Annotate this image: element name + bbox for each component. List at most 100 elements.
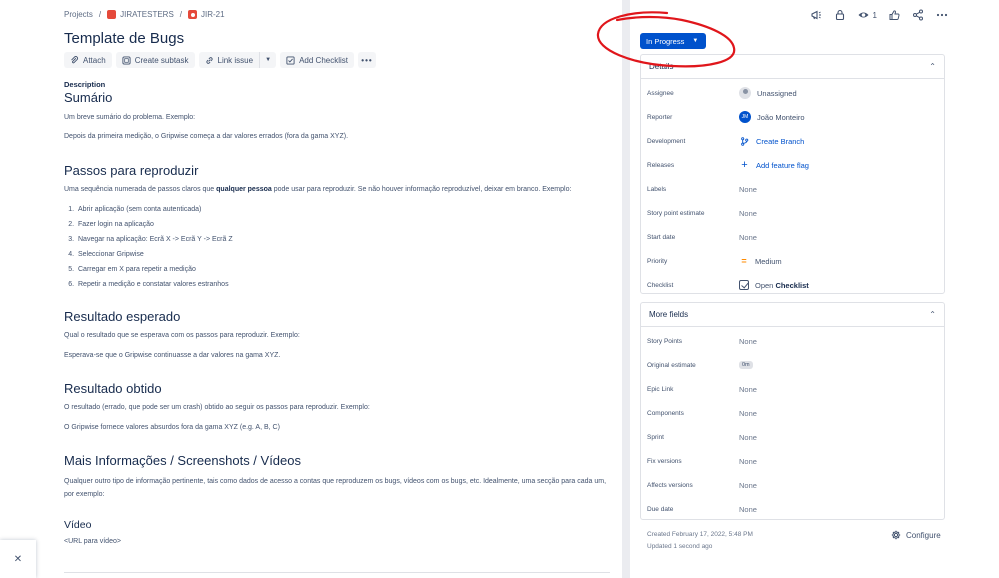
field-label: Priority [647,257,668,265]
chevron-up-icon: ⌃ [929,62,936,71]
checkbox-icon [739,280,749,290]
steps-list: Abrir aplicação (sem conta autenticada) … [76,205,610,290]
open-checklist-link[interactable]: Open Checklist [739,280,809,290]
feedback-button[interactable] [809,8,823,22]
field-value[interactable]: None [739,505,757,514]
field-label: Assignee [647,89,674,97]
close-button[interactable]: ✕ [0,540,36,578]
field-story-point-estimate: Story point estimate None [647,203,938,223]
field-assignee: Assignee Unassigned [647,83,938,103]
paragraph: <URL para vídeo> [64,538,121,545]
description-label: Description [64,80,106,89]
more-fields-heading: More fields [649,310,689,319]
heading-sumario: Sumário [64,90,113,105]
field-value[interactable]: None [739,457,757,466]
field-value[interactable]: None [739,433,757,442]
field-label: Development [647,137,686,145]
more-actions-button[interactable]: ••• [358,52,376,68]
share-button[interactable] [911,8,925,22]
field-value[interactable]: None [739,481,757,490]
description-content[interactable]: Description Sumário Um breve sumário do … [64,80,610,547]
create-subtask-button[interactable]: Create subtask [115,52,195,68]
field-value: Open [755,280,776,290]
field-label: Epic Link [647,385,674,393]
field-fix-versions: Fix versions None [647,451,938,471]
field-components: Components None [647,403,938,423]
issue-header-actions: 1 [809,8,949,22]
field-value[interactable]: None [739,385,757,394]
restrictions-button[interactable] [833,8,847,22]
issue-main: Projects / JIRATESTERS / JIR-21 Template… [0,0,620,578]
vote-button[interactable] [887,8,901,22]
chevron-down-icon: ▼ [692,38,699,44]
issue-title[interactable]: Template de Bugs [64,30,184,47]
field-value[interactable]: None [739,209,757,218]
field-value[interactable]: None [739,233,757,242]
breadcrumb-separator: / [179,10,183,19]
field-label: Checklist [647,281,674,289]
priority-value[interactable]: = Medium [739,256,781,266]
link-issue-button[interactable]: Link issue [199,52,261,68]
field-affects-versions: Affects versions None [647,475,938,495]
thumbs-up-icon [889,10,900,20]
link-issue-dropdown[interactable]: ▼ [260,52,276,68]
created-timestamp: Created February 17, 2022, 5:48 PM [647,531,753,538]
field-label: Original estimate [647,361,696,369]
more-actions-button[interactable] [935,8,949,22]
link-issue-label: Link issue [217,55,254,65]
reporter-value[interactable]: JM João Monteiro [739,111,805,123]
field-value[interactable]: None [739,409,757,418]
add-checklist-label: Add Checklist [299,55,348,65]
field-checklist: Checklist Open Checklist [647,275,938,295]
checklist-icon [286,55,295,65]
configure-button[interactable]: Configure [891,530,941,540]
field-label: Fix versions [647,457,682,465]
breadcrumb-project[interactable]: JIRATESTERS [107,10,174,19]
subtask-icon [122,55,131,65]
field-releases: Releases + Add feature flag [647,155,938,175]
branch-icon [739,136,750,147]
details-panel-header[interactable]: Details ⌃ [641,55,944,79]
add-feature-flag-link[interactable]: + Add feature flag [739,159,809,171]
original-estimate-value[interactable]: 0m [739,361,753,369]
add-checklist-button[interactable]: Add Checklist [280,52,354,68]
gear-icon [891,530,901,540]
lock-icon [835,9,844,21]
status-dropdown-button[interactable]: In Progress ▼ [640,33,707,49]
list-item: Seleccionar Gripwise [76,250,610,260]
field-labels: Labels None [647,179,938,199]
field-value-bold: Checklist [775,280,809,290]
breadcrumb-projects[interactable]: Projects [64,10,93,19]
scrollbar[interactable] [622,0,630,578]
details-panel: Details ⌃ Assignee Unassigned Reporter J… [640,54,945,294]
list-item: Fazer login na aplicação [76,220,610,230]
field-value: Create Branch [756,136,805,146]
field-label: Labels [647,185,667,193]
assignee-value[interactable]: Unassigned [739,87,797,99]
configure-label: Configure [906,530,941,540]
field-epic-link: Epic Link None [647,379,938,399]
field-value[interactable]: None [739,337,757,346]
list-item: Carregar em X para repetir a medição [76,265,610,275]
attach-button[interactable]: Attach [64,52,112,68]
breadcrumb-issue[interactable]: JIR-21 [188,10,225,19]
list-item: Repetir a medição e constatar valores es… [76,280,610,290]
bold-text: qualquer pessoa [216,186,272,193]
field-value[interactable]: None [739,185,757,194]
field-start-date: Start date None [647,227,938,247]
heading-obtido: Resultado obtido [64,381,162,396]
paperclip-icon [70,55,79,65]
estimate-chip: 0m [739,361,753,369]
chevron-up-icon: ⌃ [929,310,936,319]
field-original-estimate: Original estimate 0m [647,355,938,375]
megaphone-icon [810,10,821,20]
list-item: Abrir aplicação (sem conta autenticada) [76,205,610,215]
create-branch-link[interactable]: Create Branch [739,136,804,147]
heading-passos: Passos para reproduzir [64,163,199,178]
field-due-date: Due date None [647,499,938,519]
more-fields-panel: More fields ⌃ Story Points None Original… [640,302,945,520]
link-icon [205,56,214,65]
more-fields-panel-header[interactable]: More fields ⌃ [641,303,944,327]
field-label: Sprint [647,433,664,441]
watch-button[interactable]: 1 [857,9,877,21]
